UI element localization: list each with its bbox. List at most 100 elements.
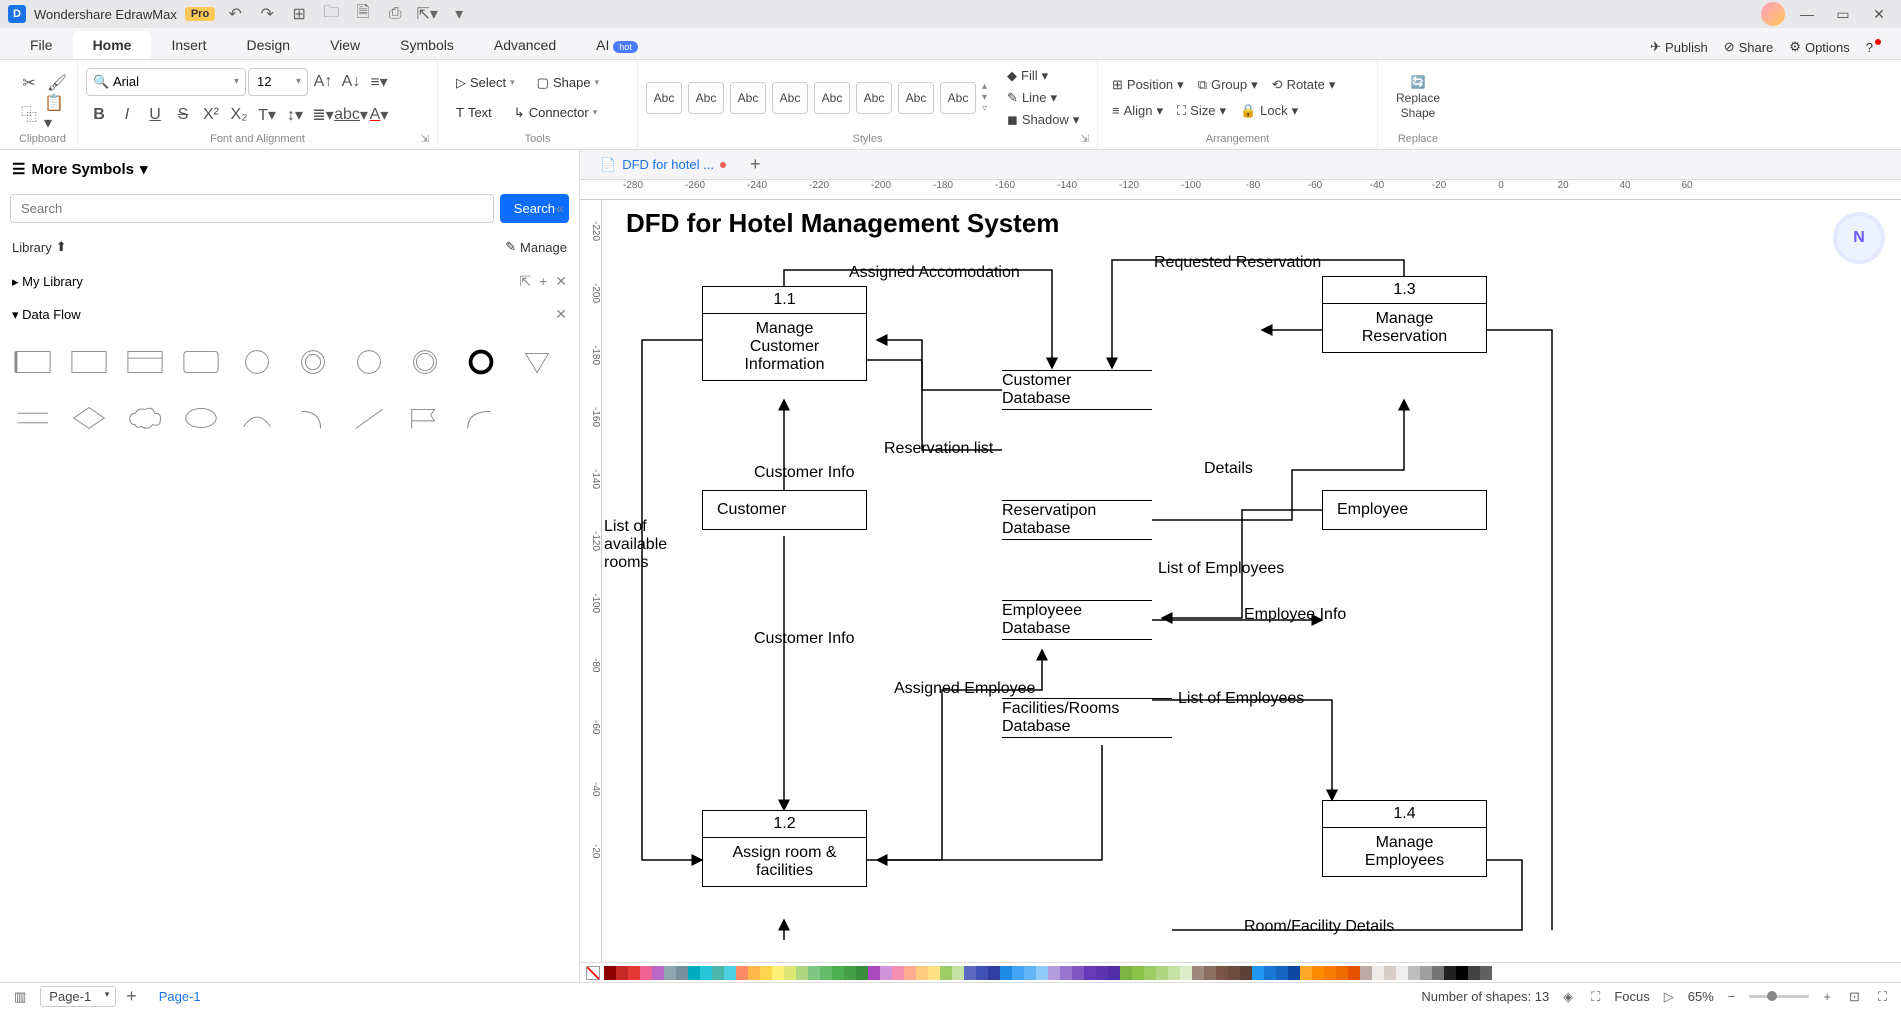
fill-button[interactable]: ◆ Fill ▾ — [1001, 66, 1085, 86]
align-icon[interactable]: ≡▾ — [366, 69, 392, 95]
label-details[interactable]: Details — [1202, 460, 1255, 478]
color-swatch[interactable] — [1192, 966, 1204, 980]
underline-icon[interactable]: U — [142, 102, 168, 128]
shape-arc1[interactable] — [236, 397, 278, 439]
shape-ellipse[interactable] — [180, 397, 222, 439]
tab-home[interactable]: Home — [73, 31, 152, 59]
export-icon[interactable]: ⇱▾ — [415, 2, 439, 26]
label-customer-info-1[interactable]: Customer Info — [752, 464, 856, 482]
shape-triangle[interactable] — [516, 341, 558, 383]
dataflow-category[interactable]: ▾ Data Flow ✕ — [0, 298, 579, 331]
color-swatch[interactable] — [1480, 966, 1492, 980]
style-gallery-expand[interactable]: ▿ — [982, 103, 987, 114]
color-swatch[interactable] — [976, 966, 988, 980]
options-button[interactable]: ⚙ Options — [1781, 35, 1857, 59]
color-swatch[interactable] — [1444, 966, 1456, 980]
color-swatch[interactable] — [892, 966, 904, 980]
color-swatch[interactable] — [616, 966, 628, 980]
color-swatch[interactable] — [820, 966, 832, 980]
layers-icon[interactable]: ◈ — [1559, 989, 1577, 1005]
close-icon[interactable]: ✕ — [1865, 6, 1893, 23]
align-button[interactable]: ≡ Align▾ — [1106, 101, 1169, 121]
color-swatch[interactable] — [1120, 966, 1132, 980]
color-swatch[interactable] — [952, 966, 964, 980]
qat-more-icon[interactable]: ▾ — [447, 2, 471, 26]
zoom-slider[interactable] — [1749, 995, 1809, 998]
color-swatch[interactable] — [964, 966, 976, 980]
color-swatch[interactable] — [664, 966, 676, 980]
color-swatch[interactable] — [1372, 966, 1384, 980]
color-swatch[interactable] — [1396, 966, 1408, 980]
color-swatch[interactable] — [700, 966, 712, 980]
color-swatch[interactable] — [832, 966, 844, 980]
datastore-facilities[interactable]: Facilities/Rooms Database — [1002, 700, 1172, 736]
manage-library-button[interactable]: ✎ Manage — [505, 239, 567, 255]
style-preset-5[interactable]: Abc — [814, 82, 850, 114]
color-swatch[interactable] — [688, 966, 700, 980]
tab-advanced[interactable]: Advanced — [474, 31, 576, 59]
superscript-icon[interactable]: X² — [198, 102, 224, 128]
tab-insert[interactable]: Insert — [151, 31, 226, 59]
color-swatch[interactable] — [928, 966, 940, 980]
rotate-button[interactable]: ⟲ Rotate▾ — [1266, 75, 1342, 95]
color-swatch[interactable] — [1432, 966, 1444, 980]
color-swatch[interactable] — [844, 966, 856, 980]
label-reservation-list[interactable]: Reservation list — [882, 440, 995, 458]
color-swatch[interactable] — [856, 966, 868, 980]
shape-cloud[interactable] — [124, 397, 166, 439]
styles-dialog-launcher[interactable]: ⇲ — [1081, 134, 1089, 145]
redo-icon[interactable]: ↷ — [255, 2, 279, 26]
color-swatch[interactable] — [640, 966, 652, 980]
page-selector[interactable]: Page-1 — [40, 986, 116, 1007]
style-scroll-down[interactable]: ▾ — [982, 92, 987, 103]
increase-font-icon[interactable]: A↑ — [310, 69, 336, 95]
label-room-details[interactable]: Room/Facility Details — [1242, 918, 1396, 936]
print-icon[interactable]: ⎙ — [383, 2, 407, 26]
fit-icon[interactable]: ⛶ — [1587, 989, 1604, 1005]
color-swatch[interactable] — [1000, 966, 1012, 980]
shape-line[interactable] — [348, 397, 390, 439]
color-swatch[interactable] — [784, 966, 796, 980]
open-icon[interactable]: 🗀 — [319, 2, 343, 26]
color-swatch[interactable] — [1240, 966, 1252, 980]
no-fill-swatch[interactable] — [586, 966, 600, 980]
page-tab[interactable]: Page-1 — [147, 985, 213, 1008]
datastore-customer[interactable]: Customer Database — [1002, 372, 1152, 408]
process-1-3[interactable]: 1.3Manage Reservation — [1322, 276, 1487, 353]
size-button[interactable]: ⛶ Size▾ — [1171, 101, 1232, 121]
style-preset-6[interactable]: Abc — [856, 82, 892, 114]
color-swatch[interactable] — [1252, 966, 1264, 980]
shape-rect-open[interactable] — [12, 341, 54, 383]
style-scroll-up[interactable]: ▴ — [982, 81, 987, 92]
strike-icon[interactable]: S — [170, 102, 196, 128]
mylib-close-icon[interactable]: ✕ — [555, 273, 567, 290]
copy-icon[interactable]: ⿻ — [16, 100, 42, 126]
cut-icon[interactable]: ✂ — [16, 70, 42, 96]
color-swatch[interactable] — [1156, 966, 1168, 980]
color-swatch[interactable] — [1216, 966, 1228, 980]
color-swatch[interactable] — [1012, 966, 1024, 980]
style-preset-3[interactable]: Abc — [730, 82, 766, 114]
text-tool[interactable]: T Text — [446, 101, 502, 124]
add-page-button[interactable]: + — [126, 986, 137, 1007]
color-swatch[interactable] — [796, 966, 808, 980]
color-swatch[interactable] — [808, 966, 820, 980]
color-swatch[interactable] — [1144, 966, 1156, 980]
color-swatch[interactable] — [1408, 966, 1420, 980]
subscript-icon[interactable]: X₂ — [226, 102, 252, 128]
color-swatch[interactable] — [736, 966, 748, 980]
tab-ai[interactable]: AI hot — [576, 31, 658, 59]
style-preset-4[interactable]: Abc — [772, 82, 808, 114]
label-assigned-accommodation[interactable]: Assigned Accomodation — [847, 264, 1022, 282]
color-swatch[interactable] — [1108, 966, 1120, 980]
process-1-4[interactable]: 1.4Manage Employees — [1322, 800, 1487, 877]
shape-tool[interactable]: ▢ Shape▾ — [527, 71, 609, 95]
style-preset-7[interactable]: Abc — [898, 82, 934, 114]
shape-curve[interactable] — [460, 397, 502, 439]
entity-customer[interactable]: Customer — [702, 490, 867, 530]
color-swatch[interactable] — [1048, 966, 1060, 980]
color-swatch[interactable] — [1420, 966, 1432, 980]
decrease-font-icon[interactable]: A↓ — [338, 69, 364, 95]
text-direction-icon[interactable]: T▾ — [254, 102, 280, 128]
color-swatch[interactable] — [712, 966, 724, 980]
